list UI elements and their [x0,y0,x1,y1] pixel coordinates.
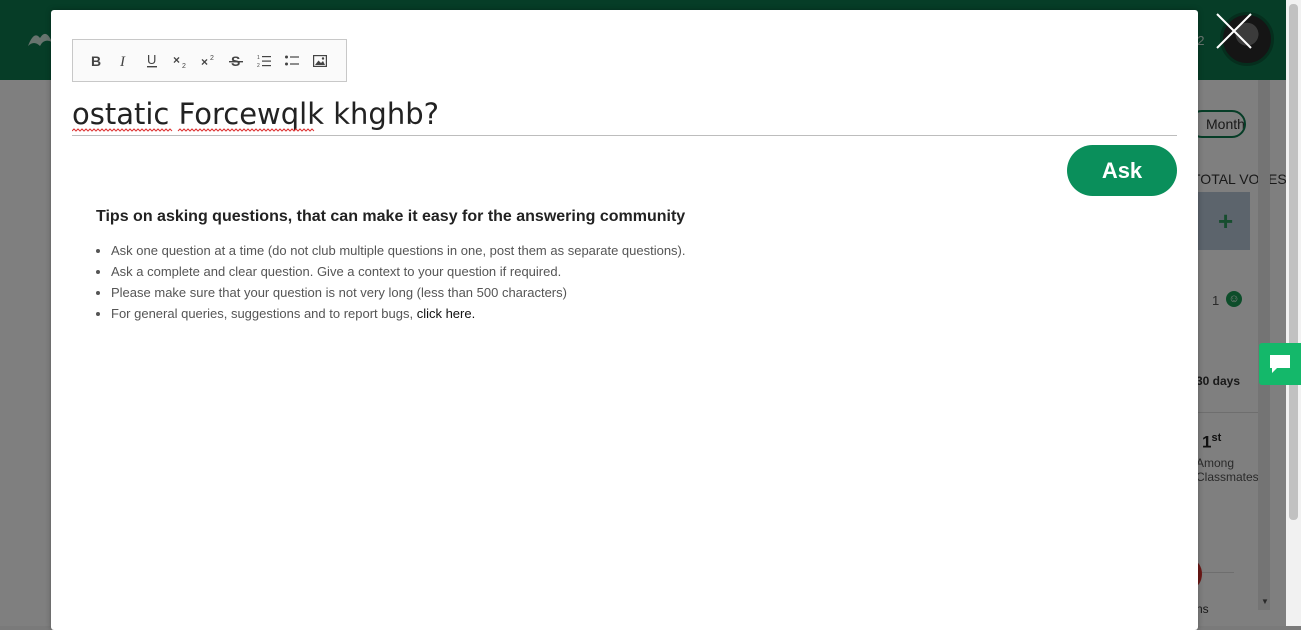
subscript-button[interactable]: × 2 [166,47,194,75]
spellcheck-underline [72,128,315,132]
svg-text:×: × [173,53,180,67]
close-icon [1216,13,1252,49]
svg-text:×: × [201,55,208,69]
editor-toolbar: B I U ×2 ×2 S 1 2 [72,39,347,82]
underline-icon: U [147,53,157,67]
image-button[interactable] [306,47,334,75]
ask-question-modal: B I U ×2 ×2 S 1 2 [51,10,1198,630]
page-scrollbar[interactable] [1286,0,1301,626]
tips-title: Tips on asking questions, that can make … [96,208,686,225]
strikethrough-icon: S [229,53,243,69]
italic-icon: I [119,54,126,68]
ask-button[interactable]: Ask [1067,145,1177,196]
svg-text:B: B [91,54,101,68]
underline-button[interactable]: U [138,47,166,75]
chat-bubble-icon [1270,355,1290,373]
ordered-list-button[interactable]: 1 2 [250,47,278,75]
tip-item: Ask one question at a time (do not club … [111,240,686,261]
subscript-icon: × 2 [173,53,186,69]
svg-text:U: U [147,53,156,67]
bullet-list-button[interactable] [278,47,306,75]
svg-text:2: 2 [210,55,214,62]
svg-text:2: 2 [257,63,260,68]
page-scroll-thumb[interactable] [1289,4,1298,520]
svg-text:I: I [119,54,126,68]
svg-text:1: 1 [257,55,260,61]
italic-button[interactable]: I [110,47,138,75]
question-field-wrapper [72,94,1177,136]
superscript-icon: × 2 [201,55,214,69]
bold-button[interactable]: B [82,47,110,75]
close-modal-button[interactable] [1214,11,1254,51]
tip-item: Please make sure that your question is n… [111,282,686,303]
ordered-list-icon: 1 2 [257,55,271,68]
tip-item: For general queries, suggestions and to … [111,303,686,324]
strikethrough-button[interactable]: S [222,47,250,75]
superscript-button[interactable]: × 2 [194,47,222,75]
bullet-list-icon [285,55,299,65]
tip-item-text: For general queries, suggestions and to … [111,306,417,321]
image-icon [313,54,327,67]
tips-list: Ask one question at a time (do not club … [111,240,686,324]
report-bugs-link[interactable]: click here. [417,306,476,321]
feedback-chat-button[interactable] [1259,343,1301,385]
svg-text:2: 2 [182,63,186,69]
bold-icon: B [91,54,101,68]
tip-item: Ask a complete and clear question. Give … [111,261,686,282]
